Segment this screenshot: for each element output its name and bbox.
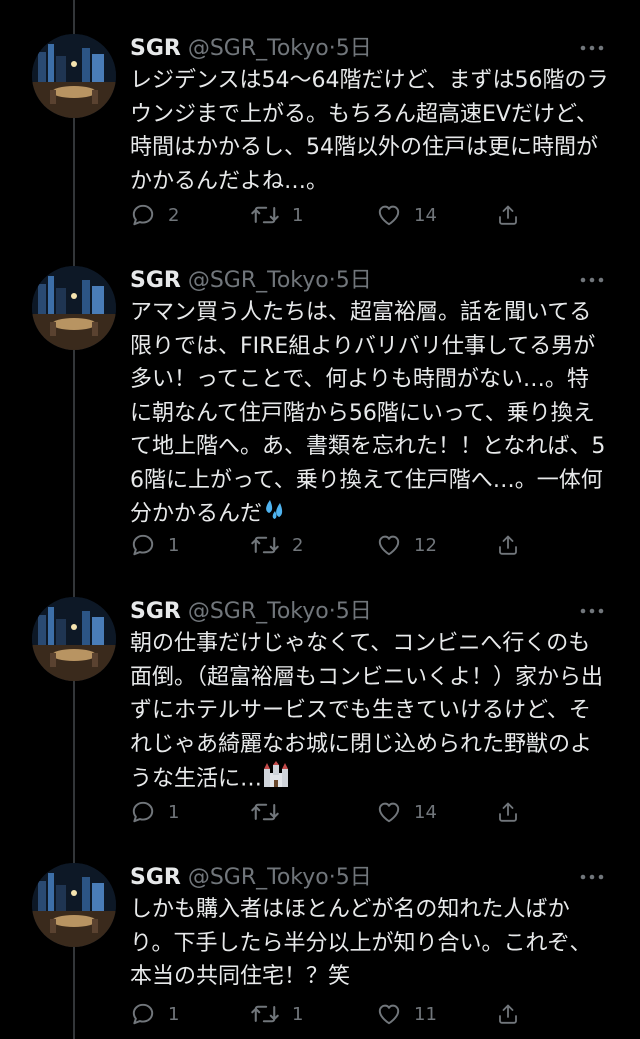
heart-icon [378, 802, 400, 823]
display-name[interactable]: SGR [130, 36, 181, 61]
action-bar: 1 1 11 [130, 999, 530, 1029]
reply-button[interactable]: 1 [130, 530, 179, 560]
tweet-header: SGR @SGR_Tokyo·5日 [130, 863, 372, 893]
share-button[interactable] [496, 200, 520, 230]
avatar[interactable] [32, 266, 116, 350]
tweet-header: SGR @SGR_Tokyo·5日 [130, 34, 372, 64]
reply-icon [132, 534, 154, 556]
share-button[interactable] [496, 999, 520, 1029]
retweet-button[interactable]: 1 [250, 999, 303, 1029]
user-handle[interactable]: @SGR_Tokyo [188, 865, 329, 890]
tweet-text-content: しかも購入者はほとんどが名の知れた人ばかり。下手したら半分以上が知り合い。これぞ… [130, 897, 592, 989]
retweet-button[interactable] [250, 797, 292, 827]
heart-icon [378, 535, 400, 556]
separator-dot: · [328, 865, 336, 890]
tweet-text-content: レジデンスは54〜64階だけど、まずは56階のラウンジまで上がる。もちろん超高速… [130, 68, 609, 194]
avatar-image [32, 863, 116, 947]
share-icon [499, 535, 517, 555]
reply-icon [132, 801, 154, 823]
tweet-text: 朝の仕事だけじゃなくて、コンビニへ行くのも面倒。（超富裕層もコンビニいくよ！）家… [130, 627, 610, 798]
share-icon [499, 1004, 517, 1024]
like-count: 14 [414, 801, 437, 823]
like-count: 14 [414, 204, 437, 226]
action-bar: 2 1 14 [130, 200, 530, 230]
timestamp[interactable]: 5日 [336, 865, 372, 890]
retweet-button[interactable]: 2 [250, 530, 303, 560]
retweet-button[interactable]: 1 [250, 200, 303, 230]
reply-count: 1 [168, 801, 180, 823]
retweet-count: 1 [292, 204, 304, 226]
tweet-text: しかも購入者はほとんどが名の知れた人ばかり。下手したら半分以上が知り合い。これぞ… [130, 893, 610, 994]
like-count: 12 [414, 534, 437, 556]
tweet-header: SGR @SGR_Tokyo·5日 [130, 597, 372, 627]
retweet-icon [251, 206, 279, 224]
reply-button[interactable]: 1 [130, 999, 179, 1029]
avatar[interactable] [32, 597, 116, 681]
castle-emoji [262, 761, 290, 798]
share-button[interactable] [496, 797, 520, 827]
more-options-icon[interactable] [578, 38, 606, 58]
avatar-image [32, 266, 116, 350]
like-count: 11 [414, 1003, 437, 1025]
avatar[interactable] [32, 863, 116, 947]
user-handle[interactable]: @SGR_Tokyo [188, 599, 329, 624]
reply-icon [132, 1003, 154, 1025]
action-bar: 1 14 [130, 797, 530, 827]
more-options-icon[interactable] [578, 270, 606, 290]
more-options-icon[interactable] [578, 601, 606, 621]
retweet-icon [251, 536, 279, 554]
heart-icon [378, 1004, 400, 1025]
tweet-text: アマン買う人たちは、超富裕層。話を聞いてる限りでは、FIRE組よりバリバリ仕事し… [130, 296, 610, 532]
more-options-icon[interactable] [578, 867, 606, 887]
separator-dot: · [328, 599, 336, 624]
like-button[interactable]: 12 [376, 530, 437, 560]
timestamp[interactable]: 5日 [336, 268, 372, 293]
user-handle[interactable]: @SGR_Tokyo [188, 268, 329, 293]
reply-count: 1 [168, 1003, 180, 1025]
separator-dot: · [328, 268, 336, 293]
share-icon [499, 205, 517, 225]
reply-icon [132, 204, 154, 226]
retweet-icon [251, 1005, 279, 1023]
sweat-droplets-emoji [262, 497, 288, 532]
tweet-text-content: アマン買う人たちは、超富裕層。話を聞いてる限りでは、FIRE組よりバリバリ仕事し… [130, 300, 606, 527]
like-button[interactable]: 11 [376, 999, 437, 1029]
display-name[interactable]: SGR [130, 268, 181, 293]
like-button[interactable]: 14 [376, 797, 437, 827]
retweet-count: 1 [292, 1003, 304, 1025]
display-name[interactable]: SGR [130, 865, 181, 890]
share-icon [499, 802, 517, 822]
retweet-count: 2 [292, 534, 304, 556]
tweet-text: レジデンスは54〜64階だけど、まずは56階のラウンジまで上がる。もちろん超高速… [130, 64, 610, 198]
avatar[interactable] [32, 34, 116, 118]
reply-count: 2 [168, 204, 180, 226]
avatar-image [32, 34, 116, 118]
reply-count: 1 [168, 534, 180, 556]
like-button[interactable]: 14 [376, 200, 437, 230]
separator-dot: · [328, 36, 336, 61]
heart-icon [378, 205, 400, 226]
display-name[interactable]: SGR [130, 599, 181, 624]
avatar-image [32, 597, 116, 681]
reply-button[interactable]: 2 [130, 200, 179, 230]
user-handle[interactable]: @SGR_Tokyo [188, 36, 329, 61]
action-bar: 1 2 12 [130, 530, 530, 560]
reply-button[interactable]: 1 [130, 797, 179, 827]
tweet-text-content: 朝の仕事だけじゃなくて、コンビニへ行くのも面倒。（超富裕層もコンビニいくよ！）家… [130, 631, 604, 792]
retweet-icon [251, 803, 279, 821]
timestamp[interactable]: 5日 [336, 36, 372, 61]
timestamp[interactable]: 5日 [336, 599, 372, 624]
share-button[interactable] [496, 530, 520, 560]
tweet-header: SGR @SGR_Tokyo·5日 [130, 266, 372, 296]
